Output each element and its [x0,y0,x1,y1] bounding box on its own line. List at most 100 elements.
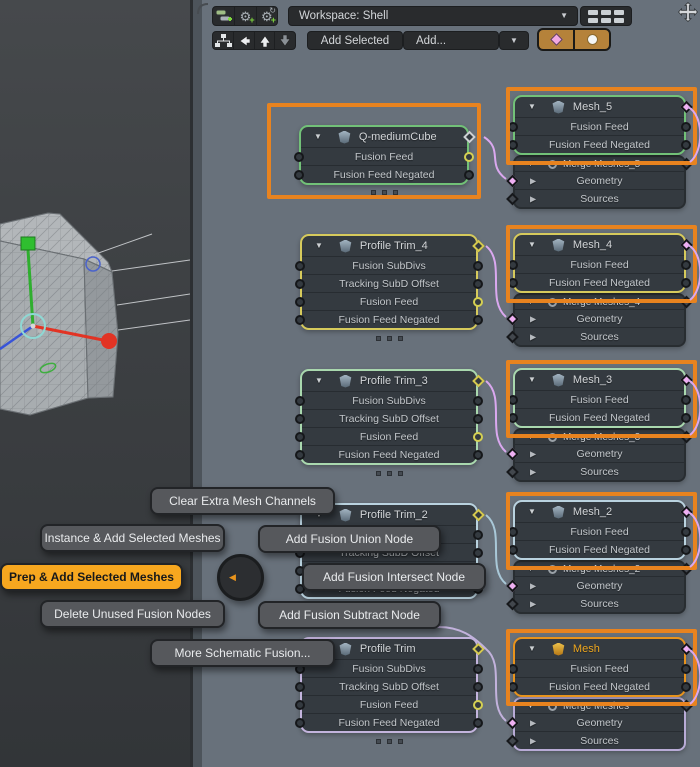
add-selected-button[interactable]: Add Selected [307,31,403,50]
expand-icon[interactable]: ▶ [530,194,536,203]
expand-icon[interactable]: ▶ [530,176,536,185]
geometry-input-port[interactable] [506,447,519,460]
input-port[interactable] [295,700,305,710]
item-output-port[interactable] [472,509,485,522]
gear-sync-add-button[interactable]: ⚙ ↻ + [256,7,277,25]
sources-input-port[interactable] [506,597,519,610]
node-profile-trim-4[interactable]: ▼ Profile Trim_4 Fusion SubDivs Tracking… [300,234,478,330]
input-port[interactable] [295,682,305,692]
menu-item-add-fusion-subtract-node[interactable]: Add Fusion Subtract Node [258,601,441,629]
workspace-dropdown[interactable]: Workspace: Shell ▼ [288,6,578,26]
output-port[interactable] [473,548,483,558]
chevron-down-icon: ▼ [510,37,518,45]
output-port[interactable] [473,315,483,325]
cube-mesh [0,213,118,415]
output-port[interactable] [473,718,483,728]
mesh-icon [339,643,352,656]
collapse-icon[interactable]: ▼ [315,242,323,250]
node-resize-dots[interactable] [376,471,403,476]
node-row: ▶Sources [515,731,684,749]
expand-icon[interactable]: ▶ [530,332,536,341]
output-port[interactable] [473,432,483,442]
output-port[interactable] [473,279,483,289]
output-port[interactable] [473,682,483,692]
expand-icon[interactable]: ▶ [530,314,536,323]
link-add-icon [215,8,233,24]
node-resize-dots[interactable] [376,739,403,744]
tree-icon [214,33,232,49]
gear-add-button[interactable]: ⚙ + [234,7,255,25]
output-port[interactable] [473,297,483,307]
output-port[interactable] [473,664,483,674]
geometry-input-port[interactable] [506,174,519,187]
sources-input-port[interactable] [506,465,519,478]
pie-menu-center[interactable]: ◀ [217,554,264,601]
expand-icon[interactable]: ▶ [530,599,536,608]
expand-icon[interactable]: ▶ [530,581,536,590]
down-arrow-button[interactable] [274,32,295,49]
highlight-box-mesh-4 [506,225,697,303]
pan-view-button[interactable] [678,2,698,27]
chevron-down-icon: ▼ [560,12,568,20]
menu-item-more-schematic-fusion[interactable]: More Schematic Fusion... [150,639,335,667]
expand-icon[interactable]: ▶ [530,736,536,745]
diamond-style-toggle[interactable] [539,30,573,49]
collapse-icon[interactable]: ▼ [315,377,323,385]
circle-style-toggle[interactable] [573,30,609,49]
plus-icon: + [271,16,276,25]
node-row: ▶Sources [515,594,684,612]
sources-input-port[interactable] [506,734,519,747]
input-port[interactable] [295,414,305,424]
menu-item-prep-add-selected-meshes[interactable]: Prep & Add Selected Meshes [0,563,183,591]
input-port[interactable] [295,396,305,406]
geometry-input-port[interactable] [506,579,519,592]
tree-view-button[interactable] [213,32,233,49]
output-port[interactable] [473,261,483,271]
item-output-port[interactable] [472,375,485,388]
output-port[interactable] [473,530,483,540]
input-port[interactable] [295,297,305,307]
output-port[interactable] [473,396,483,406]
output-port[interactable] [473,450,483,460]
sources-input-port[interactable] [506,330,519,343]
item-output-port[interactable] [472,643,485,656]
add-dropdown-arrow-button[interactable]: ▼ [499,31,529,50]
menu-item-label: Add Fusion Union Node [286,532,413,546]
link-add-button[interactable] [213,7,234,25]
item-output-port[interactable] [472,240,485,253]
expand-icon[interactable]: ▶ [530,467,536,476]
node-profile-trim-3[interactable]: ▼ Profile Trim_3 Fusion SubDivs Tracking… [300,369,478,465]
menu-item-clear-extra-mesh-channels[interactable]: Clear Extra Mesh Channels [150,487,335,515]
add-dropdown[interactable]: Add... [403,31,499,50]
input-port[interactable] [295,261,305,271]
mesh-icon [339,240,352,253]
menu-item-label: Prep & Add Selected Meshes [9,570,174,584]
menu-item-add-fusion-intersect-node[interactable]: Add Fusion Intersect Node [302,563,486,591]
sources-input-port[interactable] [506,192,519,205]
back-arrow-button[interactable] [233,32,254,49]
output-port[interactable] [473,414,483,424]
row-label: Tracking SubD Offset [339,413,439,425]
geometry-input-port[interactable] [506,312,519,325]
output-port[interactable] [473,700,483,710]
expand-icon[interactable]: ▶ [530,449,536,458]
input-port[interactable] [295,432,305,442]
node-resize-dots[interactable] [376,336,403,341]
row-label: Geometry [576,580,622,592]
geometry-input-port[interactable] [506,716,519,729]
menu-item-instance-add-selected-meshes[interactable]: Instance & Add Selected Meshes [40,524,225,552]
menu-item-delete-unused-fusion-nodes[interactable]: Delete Unused Fusion Nodes [40,600,225,628]
node-row: ▶Sources [515,462,684,480]
input-port[interactable] [295,315,305,325]
input-port[interactable] [295,718,305,728]
input-port[interactable] [295,450,305,460]
menu-item-add-fusion-union-node[interactable]: Add Fusion Union Node [258,525,441,553]
layout-grid-button[interactable] [580,6,632,26]
add-selected-label: Add Selected [321,35,389,47]
up-arrow-button[interactable] [254,32,275,49]
input-port[interactable] [295,279,305,289]
node-row: Fusion Feed Negated [302,310,476,328]
node-title: Profile Trim_4 [360,240,428,252]
menu-item-label: Add Fusion Intersect Node [323,570,465,584]
expand-icon[interactable]: ▶ [530,718,536,727]
